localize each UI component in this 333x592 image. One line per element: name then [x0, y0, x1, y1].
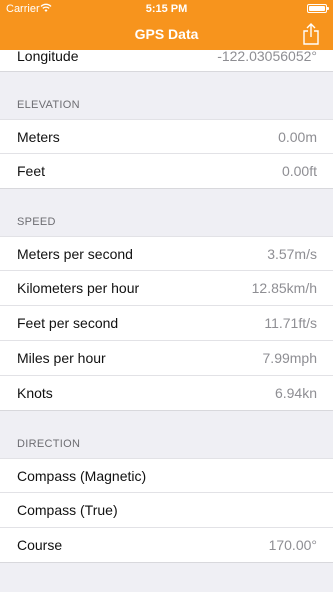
row-value: 170.00°	[268, 537, 317, 553]
section-header-label: DIRECTION	[17, 438, 81, 450]
row-label: Kilometers per hour	[17, 280, 140, 296]
section-header-label: ELEVATION	[17, 99, 80, 111]
table-row: Feet 0.00ft	[0, 154, 333, 189]
row-value: 12.85km/h	[251, 280, 317, 296]
section-header-speed: SPEED	[0, 189, 333, 236]
status-bar: Carrier 5:15 PM	[0, 0, 333, 18]
section-header-label: SPEED	[17, 216, 56, 228]
table-row: Course 170.00°	[0, 528, 333, 563]
row-label: Meters	[17, 129, 60, 145]
share-icon[interactable]	[301, 22, 321, 46]
table-row: Compass (True)	[0, 493, 333, 528]
table-row-longitude: Longitude -122.03056052°	[0, 50, 333, 72]
row-label: Compass (Magnetic)	[17, 468, 147, 484]
row-value: 7.99mph	[262, 350, 317, 366]
row-label: Feet	[17, 163, 46, 179]
table-row: Feet per second 11.71ft/s	[0, 306, 333, 341]
battery-icon	[307, 4, 329, 13]
section-header-elevation: ELEVATION	[0, 72, 333, 119]
section-header-direction: DIRECTION	[0, 411, 333, 458]
table-row: Kilometers per hour 12.85km/h	[0, 271, 333, 306]
navigation-bar: GPS Data	[0, 18, 333, 50]
row-value: 0.00m	[278, 129, 317, 145]
row-label: Longitude	[17, 50, 79, 64]
table-row: Miles per hour 7.99mph	[0, 341, 333, 376]
row-value: 0.00ft	[281, 163, 317, 179]
row-label: Miles per hour	[17, 350, 106, 366]
row-value: 3.57m/s	[267, 246, 317, 262]
status-time: 5:15 PM	[145, 3, 188, 15]
row-value: 11.71ft/s	[264, 315, 317, 331]
table-row: Meters per second 3.57m/s	[0, 236, 333, 271]
row-value: -122.03056052°	[217, 50, 317, 64]
table-row: Knots 6.94kn	[0, 376, 333, 411]
row-label: Knots	[17, 385, 53, 401]
row-label: Compass (True)	[17, 502, 118, 518]
row-label: Meters per second	[17, 246, 133, 262]
row-value: 6.94kn	[274, 385, 317, 401]
page-title: GPS Data	[134, 26, 199, 42]
row-label: Course	[17, 537, 63, 553]
table-row: Meters 0.00m	[0, 119, 333, 154]
data-table[interactable]: Longitude -122.03056052° ELEVATION Meters…	[0, 50, 333, 592]
table-row: Compass (Magnetic)	[0, 458, 333, 493]
row-label: Feet per second	[17, 315, 119, 331]
